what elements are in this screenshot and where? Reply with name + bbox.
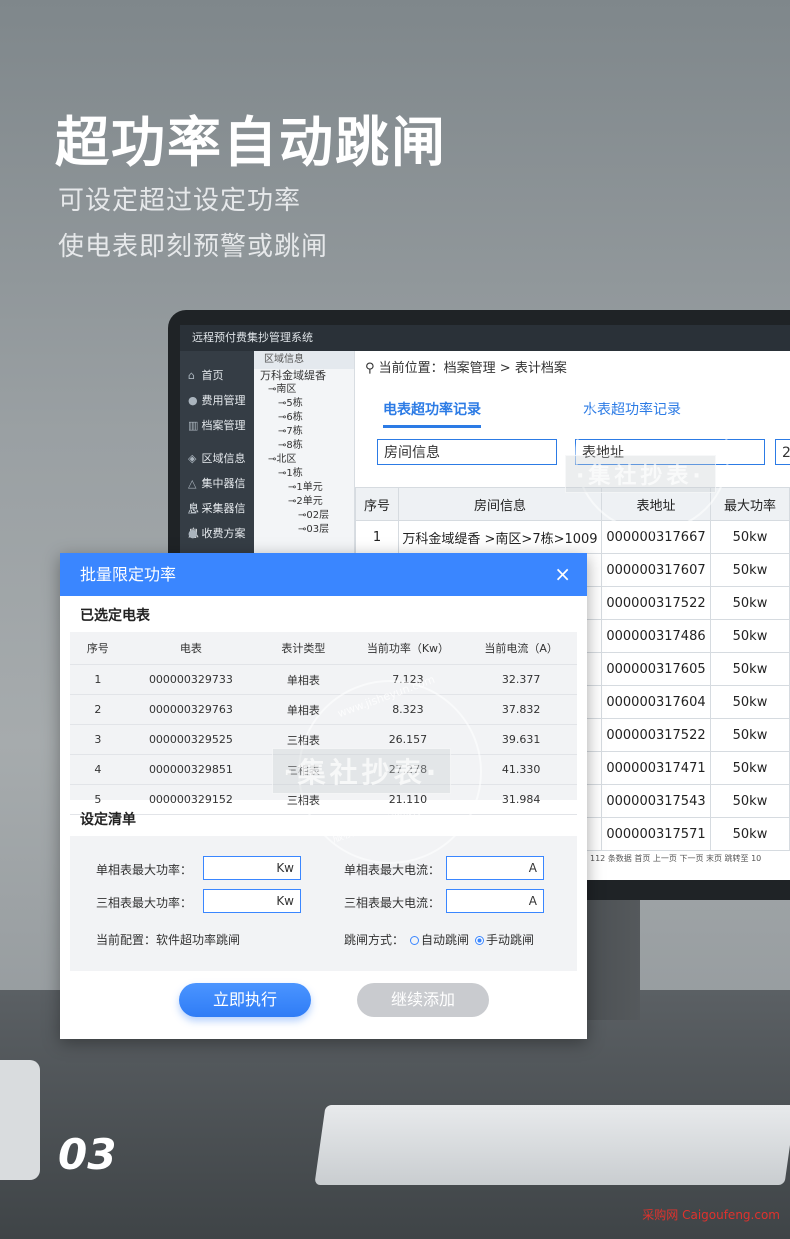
keyboard	[314, 1105, 790, 1185]
fee-icon: ●	[188, 527, 198, 540]
column-header: 当前电流（A）	[465, 632, 577, 665]
section-number: 03	[58, 1130, 117, 1179]
sidebar-item-home[interactable]: ⌂ 首页	[180, 363, 254, 388]
current-config-text: 当前配置：软件超功率跳闸	[96, 933, 241, 947]
single-phase-power-label: 单相表最大功率：	[96, 863, 193, 877]
tree-node[interactable]: ⊸北区	[254, 453, 354, 467]
extra-filter-input[interactable]: 2	[775, 439, 790, 465]
three-phase-power-label: 三相表最大功率：	[96, 896, 193, 910]
cup	[0, 1060, 40, 1180]
region-icon: ◈	[188, 452, 197, 465]
sidebar-item-fees[interactable]: ● 费用管理	[180, 388, 254, 413]
sidebar-item-collector[interactable]: △ 采集器信息	[180, 496, 254, 540]
concentrator-icon: △	[188, 477, 197, 490]
three-phase-current-input[interactable]: A	[446, 889, 544, 913]
radio-auto-trip[interactable]	[410, 936, 420, 945]
column-header: 电表	[125, 632, 257, 665]
tree-node[interactable]: ⊸1栋	[254, 467, 354, 481]
collector-icon: △	[188, 502, 197, 515]
hero-title: 超功率自动跳闸	[55, 111, 447, 174]
sidebar-item-archive[interactable]: ▥ 档案管理	[180, 413, 254, 438]
tree-node[interactable]: ⊸2单元	[254, 495, 354, 509]
dialog-title: 批量限定功率	[80, 565, 177, 584]
pagination[interactable]: 112 条数据 首页 上一页 下一页 末页 跳转至 10	[590, 853, 761, 864]
tree-node[interactable]: ⊸02层	[254, 509, 354, 523]
column-header: 表计类型	[256, 632, 351, 665]
money-icon: ●	[188, 394, 198, 407]
tab-power-record-electric[interactable]: 电表超功率记录	[383, 399, 481, 428]
radio-manual-trip[interactable]	[475, 936, 485, 945]
home-icon: ⌂	[188, 369, 195, 382]
settings-panel: 单相表最大功率： Kw 单相表最大电流： A 三相表最大功率： Kw 三相表最大…	[70, 836, 577, 971]
trip-mode-group: 跳闸方式： 自动跳闸 手动跳闸	[344, 933, 535, 947]
continue-add-button[interactable]: 继续添加	[357, 983, 489, 1017]
column-header: 序号	[70, 632, 126, 665]
watermark-text: ·集社抄表·	[272, 748, 452, 794]
watermark-text: ·集社抄表·	[565, 455, 716, 493]
three-phase-current-label: 三相表最大电流：	[344, 896, 441, 910]
column-header: 序号	[355, 487, 399, 521]
sidebar-item-concentrator[interactable]: △ 集中器信息	[180, 471, 254, 515]
breadcrumb: ⚲ 当前位置：档案管理 > 表计档案	[365, 361, 567, 376]
tree-node[interactable]: ⊸6栋	[254, 411, 354, 425]
dialog-header: 批量限定功率 ×	[60, 553, 587, 596]
column-header: 最大功率	[710, 487, 790, 521]
sidebar-item-fee-plan[interactable]: ● 收费方案	[180, 521, 254, 546]
single-phase-current-input[interactable]: A	[446, 856, 544, 880]
tree-node[interactable]: ⊸1单元	[254, 481, 354, 495]
table-row: 1 万科金域缇香 >南区>7栋>1009 000000317667 50kw	[355, 520, 790, 554]
three-phase-power-input[interactable]: Kw	[203, 889, 301, 913]
archive-icon: ▥	[188, 419, 199, 432]
selected-meters-title: 已选定电表	[80, 608, 150, 624]
table-row[interactable]: 1 000000329733 单相表 7.123 32.377	[70, 664, 577, 695]
room-filter-input[interactable]: 房间信息	[377, 439, 557, 465]
hero-subtitle-line-1: 可设定超过设定功率	[58, 186, 302, 216]
footer-watermark: 采购网 Caigoufeng.com	[642, 1208, 780, 1222]
execute-button[interactable]: 立即执行	[179, 983, 311, 1017]
settings-title: 设定清单	[80, 812, 136, 828]
system-title-bar: 远程预付费集抄管理系统	[180, 325, 790, 351]
single-phase-power-input[interactable]: Kw	[203, 856, 301, 880]
column-header: 当前功率（Kw）	[350, 632, 466, 665]
tree-node[interactable]: ⊸7栋	[254, 425, 354, 439]
tree-node[interactable]: ⊸南区	[254, 383, 354, 397]
tree-node[interactable]: ⊸8栋	[254, 439, 354, 453]
hero-subtitle-line-2: 使电表即刻预警或跳闸	[58, 232, 329, 262]
tree-node[interactable]: 万科金域缇香	[254, 369, 354, 383]
close-icon[interactable]: ×	[554, 553, 571, 596]
table-header-row: 序号 电表 表计类型 当前功率（Kw） 当前电流（A）	[70, 632, 577, 665]
sidebar-item-region[interactable]: ◈ 区域信息	[180, 446, 254, 471]
location-icon: ⚲	[365, 361, 375, 376]
tree-node[interactable]: ⊸5栋	[254, 397, 354, 411]
tree-header: 区域信息	[254, 351, 354, 369]
tree-node[interactable]: ⊸03层	[254, 523, 354, 537]
